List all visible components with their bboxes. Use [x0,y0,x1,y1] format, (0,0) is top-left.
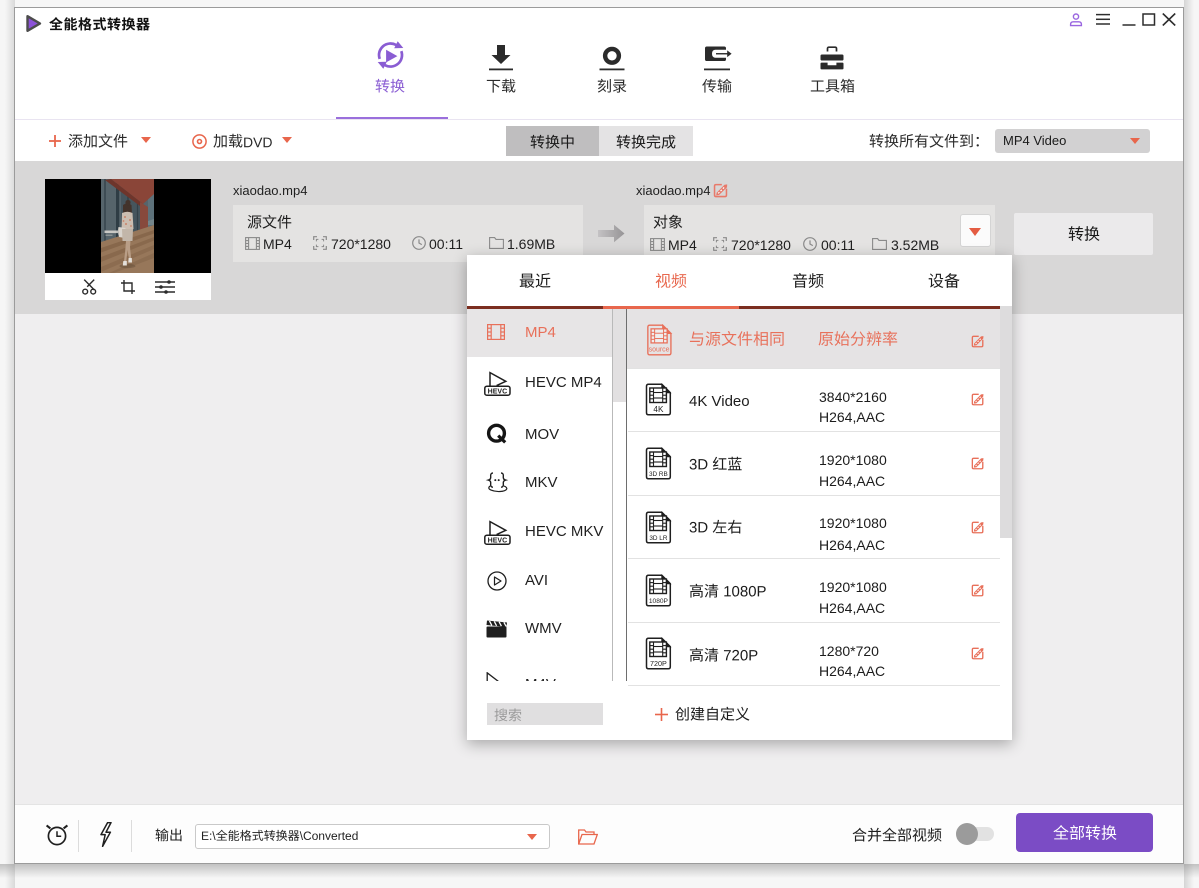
svg-text:1080P: 1080P [649,598,669,605]
svg-text:4K: 4K [653,405,664,414]
svg-text:HEVC: HEVC [488,537,507,544]
svg-text:720P: 720P [650,659,667,668]
svg-text:3D RB: 3D RB [649,471,668,478]
svg-text:HEVC: HEVC [488,388,507,395]
svg-text:3D LR: 3D LR [649,535,667,542]
svg-text:source: source [649,347,670,354]
